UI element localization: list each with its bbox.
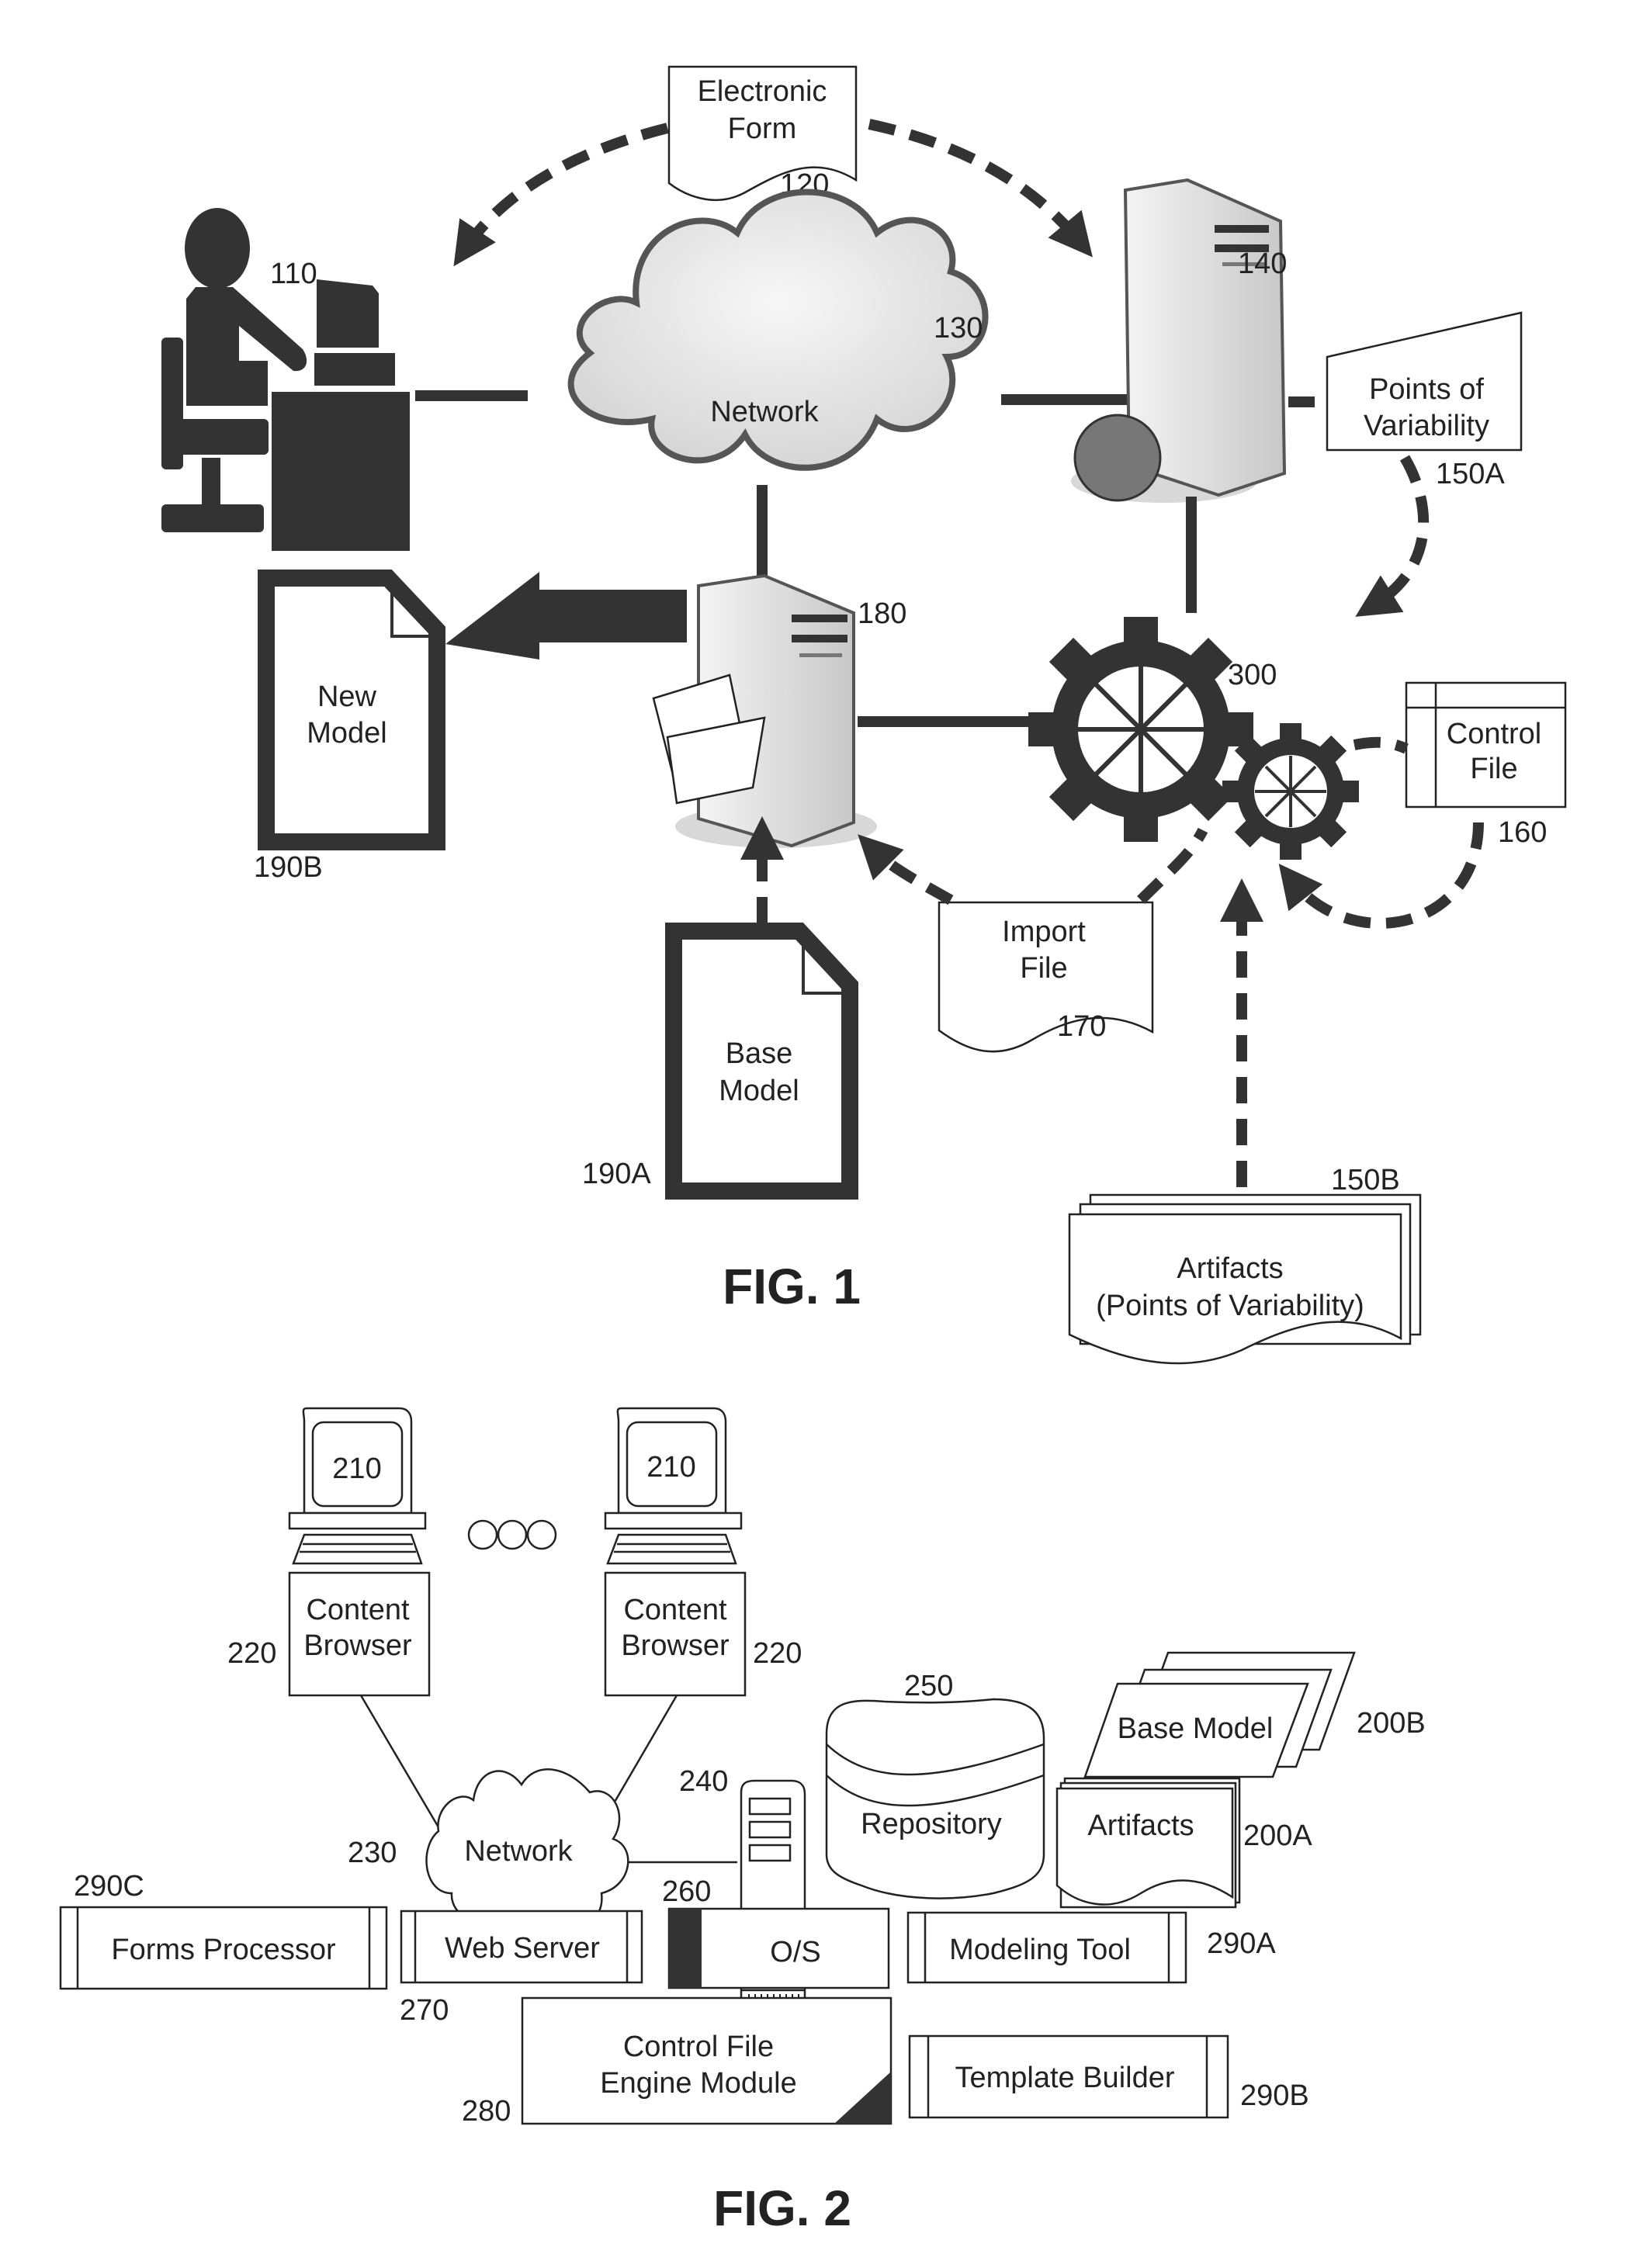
modeling-tool-module: Modeling Tool 290A [906, 1911, 1276, 1984]
web-server-icon: 140 [1071, 178, 1287, 503]
artifacts-2-ref: 200A [1243, 1820, 1312, 1852]
network-ref: 130 [934, 312, 983, 345]
client-1-screen-ref: 210 [332, 1453, 381, 1485]
forms-processor-module: Forms Processor 290C [59, 1870, 388, 1990]
client-1-browser-line2: Browser [303, 1629, 412, 1662]
network-2-ref: 230 [348, 1837, 397, 1869]
modeling-tool-ref: 290A [1207, 1927, 1276, 1960]
pov-line2: Variability [1364, 410, 1489, 442]
repository-label: Repository [861, 1808, 1002, 1840]
network-label: Network [710, 396, 819, 428]
points-of-variability-card: Points of Variability 150A [1326, 311, 1523, 490]
import-file-ref: 170 [1057, 1010, 1106, 1043]
os-label: O/S [770, 1936, 820, 1968]
forms-processor-label: Forms Processor [111, 1934, 336, 1966]
control-file-card: Control File 160 [1405, 681, 1567, 849]
model-server-icon: 180 [652, 573, 906, 848]
client-2-screen-ref: 210 [646, 1451, 695, 1484]
more-clients-ellipsis [467, 1519, 557, 1550]
user-workstation-icon: 110 [161, 208, 410, 551]
client-2-ref: 220 [753, 1637, 802, 1670]
repository-cylinder: Repository 250 [825, 1670, 1045, 1899]
electronic-form-line2: Form [728, 113, 797, 145]
pov-line1: Points of [1369, 373, 1484, 406]
artifacts-line2: (Points of Variability) [1096, 1290, 1364, 1322]
forms-processor-ref: 290C [74, 1870, 144, 1903]
base-model-2-ref: 200B [1357, 1707, 1426, 1740]
figure-1: Electronic Form 120 110 Network 130 140 … [161, 65, 1567, 1365]
flow-arrow-control-to-engine [1278, 822, 1484, 929]
server-ref: 240 [679, 1765, 728, 1798]
network-cloud: Network 130 [567, 189, 989, 471]
artifacts-ref: 150B [1331, 1164, 1400, 1196]
control-file-engine-module: Control File Engine Module 280 [462, 1996, 893, 2128]
connection-client1-network [359, 1695, 440, 1828]
template-builder-ref: 290B [1240, 2079, 1309, 2112]
base-model-2-label: Base Model [1118, 1712, 1274, 1745]
client-workstation-2: 210 Content Browser 220 [604, 1407, 802, 1697]
base-model-ref: 190A [582, 1158, 651, 1190]
client-2-browser-line2: Browser [621, 1629, 730, 1662]
repository-ref: 250 [904, 1670, 953, 1702]
os-ref: 260 [662, 1875, 711, 1908]
patent-figures: Electronic Form 120 110 Network 130 140 … [59, 65, 1567, 2236]
import-file-line2: File [1020, 952, 1067, 985]
control-engine-line1: Control File [623, 2031, 774, 2063]
artifacts-2-label: Artifacts [1087, 1809, 1194, 1842]
web-server-ref: 140 [1238, 248, 1287, 280]
network-cloud-2: Network 230 [348, 1768, 629, 1935]
user-ref: 110 [270, 258, 317, 290]
fig2-caption: FIG. 2 [713, 2180, 851, 2236]
artifacts-stack: Artifacts (Points of Variability) 150B [1068, 1164, 1422, 1365]
control-engine-ref: 280 [462, 2095, 511, 2128]
base-model-line1: Base [726, 1037, 793, 1070]
connection-control-to-gear [1353, 736, 1409, 754]
flow-arrow-pov-to-engine [1355, 455, 1430, 617]
flow-arrow-import-to-server [858, 834, 954, 905]
new-model-document: New Model 190B [254, 570, 445, 884]
new-model-line1: New [317, 680, 377, 713]
import-file-line1: Import [1002, 916, 1086, 948]
web-server-label: Web Server [445, 1932, 600, 1965]
control-engine-line2: Engine Module [600, 2067, 797, 2100]
control-file-ref: 160 [1498, 816, 1547, 849]
base-model-document: Base Model 190A [582, 923, 858, 1200]
engine-gears-icon: 300 [1028, 617, 1359, 860]
client-2-browser-line1: Content [623, 1594, 727, 1626]
artifacts-2-stack: Artifacts 200A [1055, 1777, 1312, 1909]
electronic-form-line1: Electronic [698, 75, 827, 108]
template-builder-label: Template Builder [955, 2062, 1174, 2094]
new-model-line2: Model [307, 717, 387, 750]
electronic-form-document: Electronic Form 120 [667, 65, 858, 201]
control-file-line2: File [1470, 753, 1517, 785]
figure-2: 210 Content Browser 220 210 Content Brow… [59, 1407, 1426, 2236]
fig1-caption: FIG. 1 [723, 1259, 861, 1314]
artifacts-line1: Artifacts [1177, 1252, 1283, 1285]
new-model-ref: 190B [254, 851, 323, 884]
client-1-ref: 220 [227, 1637, 276, 1670]
base-model-line2: Model [719, 1075, 799, 1107]
pov-ref: 150A [1436, 458, 1505, 490]
engine-ref: 300 [1228, 659, 1277, 691]
base-model-stack: Base Model 200B [1083, 1651, 1426, 1778]
control-file-line1: Control [1447, 718, 1542, 750]
web-server-2-ref: 270 [400, 1994, 449, 2027]
flow-arrow-form-to-user [453, 123, 669, 267]
import-file-document: Import File 170 [938, 901, 1154, 1053]
model-server-ref: 180 [858, 597, 906, 630]
output-arrow [445, 572, 687, 660]
template-builder-module: Template Builder 290B [908, 2034, 1309, 2119]
client-1-browser-line1: Content [306, 1594, 410, 1626]
network-2-label: Network [464, 1835, 573, 1868]
client-workstation-1: 210 Content Browser 220 [227, 1407, 431, 1697]
modeling-tool-label: Modeling Tool [949, 1934, 1131, 1966]
